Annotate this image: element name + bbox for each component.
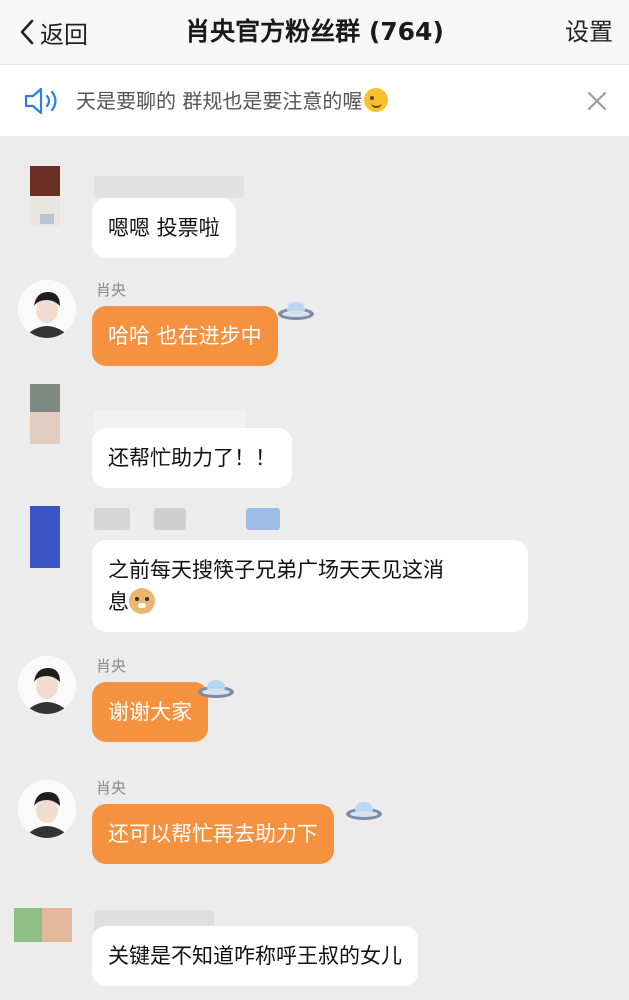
chat-message: 之前每天搜筷子兄弟广场天天见这消 息 <box>0 500 629 640</box>
message-bubble[interactable]: 哈哈 也在进步中 <box>92 306 278 366</box>
avatar[interactable] <box>14 384 76 446</box>
sender-name: 肖央 <box>96 657 127 675</box>
group-notice-bar[interactable]: 天是要聊的 群规也是要注意的喔 <box>0 64 629 136</box>
avatar[interactable] <box>18 780 76 838</box>
avatar[interactable] <box>18 280 76 338</box>
message-bubble[interactable]: 关键是不知道咋称呼王叔的女儿 <box>92 926 418 986</box>
chat-message: 嗯嗯 投票啦 <box>0 150 629 260</box>
group-title: 肖央官方粉丝群 (764) <box>185 17 444 46</box>
avatar[interactable] <box>14 908 76 970</box>
message-bubble[interactable]: 嗯嗯 投票啦 <box>92 198 236 258</box>
ufo-sticker-icon <box>198 680 234 698</box>
message-text: 之前每天搜筷子兄弟广场天天见这消 <box>108 558 444 582</box>
chat-message: 还帮忙助力了！！ <box>0 380 629 490</box>
avatar[interactable] <box>14 166 76 228</box>
message-text: 息 <box>108 590 129 614</box>
doge-emoji-icon <box>129 588 155 614</box>
message-bubble[interactable]: 还帮忙助力了！！ <box>92 428 292 488</box>
chat-message: 肖央 谢谢大家 <box>0 652 629 752</box>
sender-name: 肖央 <box>96 779 127 797</box>
message-bubble[interactable]: 还可以帮忙再去助力下 <box>92 804 334 864</box>
sender-name: 肖央 <box>96 281 127 299</box>
message-bubble[interactable]: 之前每天搜筷子兄弟广场天天见这消 息 <box>92 540 528 632</box>
avatar[interactable] <box>14 506 76 568</box>
wink-emoji-icon <box>364 88 389 112</box>
message-bubble[interactable]: 谢谢大家 <box>92 682 208 742</box>
sender-name-blurred <box>154 508 186 530</box>
speaker-icon <box>24 87 57 115</box>
person-icon <box>18 280 76 338</box>
ufo-sticker-icon <box>346 802 382 820</box>
navigation-bar: 返回 肖央官方粉丝群 (764) 设置 <box>0 0 629 64</box>
chat-message: 肖央 还可以帮忙再去助力下 <box>0 774 629 874</box>
sender-name-blurred <box>94 176 244 198</box>
settings-button[interactable]: 设置 <box>565 14 613 50</box>
person-icon <box>18 656 76 714</box>
chat-message: 肖央 哈哈 也在进步中 <box>0 272 629 372</box>
person-icon <box>18 780 76 838</box>
notice-text: 天是要聊的 群规也是要注意的喔 <box>76 85 389 117</box>
sender-name-blurred <box>94 508 130 530</box>
avatar[interactable] <box>18 656 76 714</box>
chat-message: 关键是不知道咋称呼王叔的女儿 <box>0 896 629 1000</box>
sender-name-blurred <box>246 508 280 530</box>
notice-message: 天是要聊的 群规也是要注意的喔 <box>76 89 363 113</box>
close-icon[interactable] <box>585 89 609 113</box>
ufo-sticker-icon <box>278 302 314 320</box>
